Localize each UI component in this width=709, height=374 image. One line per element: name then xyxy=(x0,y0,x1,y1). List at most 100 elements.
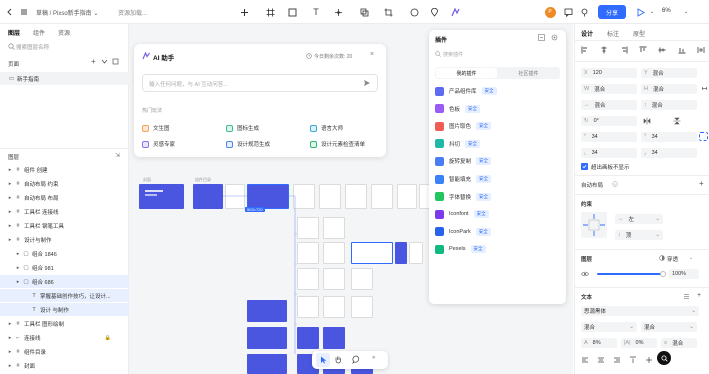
distribute-icon[interactable] xyxy=(697,46,705,56)
tab-design[interactable]: 设计 xyxy=(581,29,593,38)
frame[interactable] xyxy=(247,354,287,374)
hand-icon[interactable] xyxy=(334,355,343,364)
ai-item-text-to-image[interactable]: 文生图 xyxy=(142,124,170,132)
zoom-level[interactable]: 6% xyxy=(662,8,671,14)
tab-components[interactable]: 组件 xyxy=(33,28,45,37)
layer-item[interactable]: ▸ # 封面 xyxy=(0,359,129,372)
frame[interactable] xyxy=(297,242,319,264)
frame-tool-icon[interactable] xyxy=(264,6,276,18)
tab-prototype[interactable]: 原型 xyxy=(633,29,645,38)
frame[interactable] xyxy=(297,217,319,239)
plugin-item[interactable]: 智能填充 安全 xyxy=(435,173,492,185)
frame[interactable] xyxy=(297,327,319,349)
layer-item[interactable]: ▸ # 自动布局 布局 xyxy=(0,191,129,204)
layer-item[interactable]: ▸ ⌐ 连接线 🔒 xyxy=(0,331,129,344)
share-button[interactable]: 分享 xyxy=(598,5,626,19)
add-icon[interactable] xyxy=(238,6,250,18)
ai-item-language[interactable]: 语言大师 xyxy=(310,124,343,132)
expand-chevron-icon[interactable]: ▸ xyxy=(6,335,14,341)
blend-dropdown-icon[interactable]: ⌄ xyxy=(689,255,693,261)
font-size-select[interactable]: 混合 ⌄ xyxy=(641,322,697,332)
send-icon[interactable] xyxy=(363,79,371,87)
tab-annotate[interactable]: 标注 xyxy=(607,29,619,38)
constraint-widget[interactable] xyxy=(581,212,607,238)
letter-spacing-field[interactable]: |A| 0% xyxy=(621,338,657,348)
ai-item-inspiration[interactable]: 灵感专家 xyxy=(142,140,175,148)
frame[interactable] xyxy=(323,268,345,290)
plugin-item[interactable]: 产品组件库 安全 xyxy=(435,85,497,97)
pin-icon[interactable] xyxy=(578,6,590,18)
layer-item[interactable]: ▸ ▢ 组合 686 xyxy=(0,275,129,288)
radius-br-field[interactable]: ⌟ 34 xyxy=(641,148,697,158)
expand-chevron-icon[interactable]: ▸ xyxy=(6,195,14,201)
radius-tr-field[interactable]: ⌝ 34 xyxy=(641,132,697,142)
x-field[interactable]: X 120 xyxy=(581,68,637,78)
line-height-field[interactable]: A 8% xyxy=(581,338,617,348)
layer-item[interactable]: ▸ # 设计与制作 xyxy=(0,233,129,246)
align-top-icon[interactable] xyxy=(639,46,647,56)
expand-chevron-icon[interactable]: ▸ xyxy=(6,223,14,229)
component-tool-icon[interactable] xyxy=(358,6,370,18)
expand-chevron-icon[interactable]: ▸ xyxy=(6,237,14,243)
font-weight-select[interactable]: 混合 ⌄ xyxy=(581,322,637,332)
text-align-middle-icon[interactable] xyxy=(645,356,653,366)
expand-chevron-icon[interactable]: ▸ xyxy=(14,265,22,271)
ai-logo-icon[interactable] xyxy=(450,6,462,18)
clip-content-checkbox[interactable] xyxy=(581,163,588,170)
paragraph-spacing-field[interactable]: ≡ 混合 xyxy=(661,338,697,348)
add-text-style-icon[interactable]: + xyxy=(697,292,701,299)
ai-item-checklist[interactable]: 设计元素检查清单 xyxy=(310,140,365,148)
layer-item[interactable]: ▸ ▢ 组合 981 xyxy=(0,261,129,274)
align-middle-icon[interactable] xyxy=(658,46,666,56)
layer-item[interactable]: ▸ ▢ 组合 1846 xyxy=(0,247,129,260)
search-fab[interactable] xyxy=(657,351,671,365)
collapse-all-icon[interactable]: ⇲ xyxy=(115,152,120,159)
layer-item[interactable]: ▸ # 组件 创建 xyxy=(0,163,129,176)
layer-item[interactable]: ▸ # 工具栏 图形绘制 xyxy=(0,317,129,330)
frame[interactable] xyxy=(351,242,393,264)
expand-chevron-icon[interactable]: ▸ xyxy=(6,181,14,187)
breadcrumb[interactable]: 草稿 / Pixso新手指南 ⌄ xyxy=(36,8,98,17)
text-align-left-icon[interactable] xyxy=(581,356,589,366)
expand-chevron-icon[interactable]: ▸ xyxy=(6,209,14,215)
menu-icon[interactable] xyxy=(18,6,30,18)
constraint-h-select[interactable]: ↔ 左 ⌄ xyxy=(615,214,663,224)
lock-icon[interactable]: 🔒 xyxy=(105,335,111,341)
opacity-field[interactable]: 100% xyxy=(669,269,699,279)
layer-item[interactable]: ▸ # 组件目录 xyxy=(0,345,129,358)
frame[interactable] xyxy=(323,327,345,349)
tab-layers[interactable]: 图层 xyxy=(8,28,20,37)
plugin-item[interactable]: 旋转复制 安全 xyxy=(435,155,492,167)
blend-mode[interactable]: 穿透 xyxy=(667,255,678,263)
layer-item[interactable]: T 设计 与制作 xyxy=(0,303,129,316)
opacity-slider[interactable] xyxy=(597,271,666,277)
pointer-icon[interactable] xyxy=(316,353,330,367)
expand-chevron-icon[interactable]: ▸ xyxy=(14,279,22,285)
frame[interactable] xyxy=(351,296,373,318)
avatar[interactable]: P xyxy=(544,6,556,18)
location-icon[interactable] xyxy=(428,6,440,18)
expand-chevron-icon[interactable]: ▸ xyxy=(6,167,14,173)
pen-tool-icon[interactable] xyxy=(332,6,344,18)
layer-item[interactable]: ▸ # 自动布局 约束 xyxy=(0,177,129,190)
align-bottom-icon[interactable] xyxy=(678,46,686,56)
text-tool-icon[interactable]: T xyxy=(310,6,322,18)
tab-community-plugins[interactable]: 社区插件 xyxy=(498,68,559,78)
y-field[interactable]: Y 混合 xyxy=(641,68,697,78)
frame[interactable] xyxy=(247,327,287,349)
plugin-item[interactable]: 抖切 安全 xyxy=(435,138,481,150)
radius-tl-field[interactable]: ⌜ 34 xyxy=(581,132,637,142)
frame[interactable] xyxy=(323,296,345,318)
ai-item-spec[interactable]: 设计规范生成 xyxy=(226,140,270,148)
frame[interactable] xyxy=(395,242,407,264)
plugin-item[interactable]: 图片取色 安全 xyxy=(435,120,492,132)
expand-chevron-icon[interactable]: ▸ xyxy=(6,321,14,327)
search-input[interactable]: 搜索图层名称 xyxy=(16,43,116,53)
layer-item[interactable]: T 掌握基础创作技巧，让设计... xyxy=(0,289,129,302)
expand-chevron-icon[interactable]: ▸ xyxy=(6,363,14,369)
crop-icon[interactable] xyxy=(382,6,394,18)
expand-chevron-icon[interactable]: ▸ xyxy=(6,349,14,355)
play-dropdown-icon[interactable]: ⌄ xyxy=(646,6,658,18)
ai-item-icon-gen[interactable]: 图标生成 xyxy=(226,124,259,132)
plugin-item[interactable]: 色板 安全 xyxy=(435,103,481,115)
